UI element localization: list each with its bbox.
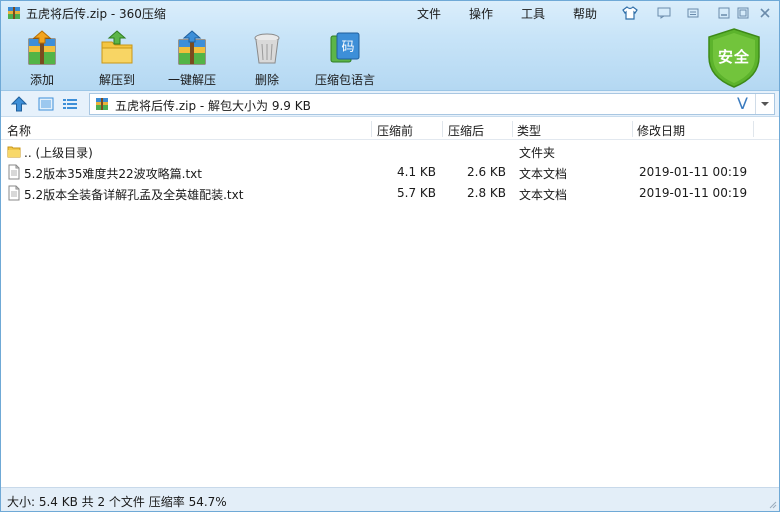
column-compressed-after[interactable]: 压缩后 <box>448 122 484 139</box>
trash-can-icon <box>254 33 280 64</box>
codepage-icon-char: 码 <box>341 40 354 55</box>
column-modified-date[interactable]: 修改日期 <box>637 122 685 139</box>
file-name: 5.2版本全装备详解孔孟及全英雄配装.txt <box>24 188 244 202</box>
one-key-extract-icon <box>178 30 206 65</box>
file-name: .. (上级目录) <box>24 146 93 160</box>
file-type: 文件夹 <box>519 146 556 160</box>
file-date: 2019-01-11 00:19 <box>639 165 748 179</box>
extract-folder-icon <box>101 30 133 64</box>
feedback-button[interactable] <box>654 4 674 21</box>
maximize-icon <box>737 7 749 18</box>
folder-icon <box>7 146 21 158</box>
address-dropdown-button[interactable] <box>755 94 774 114</box>
add-button[interactable]: 添加 <box>7 27 77 89</box>
shirt-icon <box>622 5 638 20</box>
file-size-after: 2.6 KB <box>467 165 506 179</box>
file-size-before: 4.1 KB <box>397 165 436 179</box>
zip-archive-icon <box>96 98 108 110</box>
text-file-icon <box>8 185 20 201</box>
chevron-down-icon <box>761 102 769 106</box>
security-label: 安全 <box>717 48 750 66</box>
maximize-button[interactable] <box>733 4 753 21</box>
one-key-extract-label: 一键解压 <box>167 73 216 87</box>
menu-operation[interactable]: 操作 <box>469 5 493 22</box>
list-item[interactable]: 5.2版本全装备详解孔孟及全英雄配装.txt 5.7 KB 2.8 KB 文本文… <box>1 183 779 204</box>
list-view-icon <box>63 99 77 109</box>
address-path: 五虎将后传.zip - 解包大小为 9.9 KB <box>115 99 311 113</box>
column-header-row: 名称 压缩前 压缩后 类型 修改日期 <box>1 118 779 140</box>
archive-language-button[interactable]: 码 压缩包语言 <box>307 27 383 89</box>
column-type[interactable]: 类型 <box>517 122 541 139</box>
extract-to-button[interactable]: 解压到 <box>82 27 152 89</box>
column-compressed-before[interactable]: 压缩前 <box>377 122 413 139</box>
titlebar: 五虎将后传.zip - 360压缩 文件 操作 工具 帮助 <box>1 1 779 25</box>
minimize-icon <box>718 7 730 18</box>
file-date: 2019-01-11 00:19 <box>639 186 748 200</box>
main-menu-button[interactable] <box>683 4 703 21</box>
add-label: 添加 <box>29 73 54 87</box>
list-item[interactable]: .. (上级目录) 文件夹 <box>1 141 779 162</box>
resize-grip-icon[interactable] <box>767 499 777 509</box>
column-name[interactable]: 名称 <box>7 122 31 139</box>
thumbnail-view-button[interactable] <box>37 95 55 113</box>
file-name: 5.2版本35难度共22波攻略篇.txt <box>24 167 202 181</box>
add-archive-icon <box>28 30 56 65</box>
column-divider[interactable] <box>371 121 372 137</box>
close-icon <box>760 7 770 18</box>
file-size-after: 2.8 KB <box>467 186 506 200</box>
menu-help[interactable]: 帮助 <box>573 5 597 22</box>
file-type: 文本文档 <box>519 167 568 181</box>
menu-lines-icon <box>687 8 699 17</box>
delete-label: 删除 <box>254 73 279 87</box>
minimize-button[interactable] <box>714 4 734 21</box>
column-divider[interactable] <box>442 121 443 137</box>
file-size-before: 5.7 KB <box>397 186 436 200</box>
extract-to-label: 解压到 <box>98 73 135 87</box>
address-box[interactable]: 五虎将后传.zip - 解包大小为 9.9 KB V <box>89 93 775 115</box>
address-bar-row: 五虎将后传.zip - 解包大小为 9.9 KB V <box>1 91 779 117</box>
arrow-up-icon <box>11 96 27 112</box>
app-window: 五虎将后传.zip - 360压缩 文件 操作 工具 帮助 添加 解压到 一键解… <box>0 0 780 512</box>
security-shield[interactable]: 安全 <box>705 27 763 89</box>
address-v-mark[interactable]: V <box>737 94 748 113</box>
column-divider[interactable] <box>632 121 633 137</box>
list-view-button[interactable] <box>61 95 79 113</box>
header: 五虎将后传.zip - 360压缩 文件 操作 工具 帮助 添加 解压到 一键解… <box>1 1 779 91</box>
file-type: 文本文档 <box>519 188 568 202</box>
text-file-icon <box>8 164 20 180</box>
status-bar: 大小: 5.4 KB 共 2 个文件 压缩率 54.7% <box>1 487 779 511</box>
delete-button[interactable]: 删除 <box>232 27 302 89</box>
column-divider[interactable] <box>753 121 754 137</box>
close-button[interactable] <box>755 4 775 21</box>
column-divider[interactable] <box>512 121 513 137</box>
menu-tools[interactable]: 工具 <box>521 5 545 22</box>
message-icon <box>657 7 671 19</box>
archive-app-icon <box>8 7 20 19</box>
thumbnail-view-icon <box>38 97 54 111</box>
archive-language-label: 压缩包语言 <box>314 73 375 87</box>
skin-button[interactable] <box>620 4 640 21</box>
up-level-button[interactable] <box>10 95 28 113</box>
codepage-icon: 码 <box>330 32 360 63</box>
menu-file[interactable]: 文件 <box>417 5 441 22</box>
list-item[interactable]: 5.2版本35难度共22波攻略篇.txt 4.1 KB 2.6 KB 文本文档 … <box>1 162 779 183</box>
file-list: .. (上级目录) 文件夹 5.2版本35难度共22波攻略篇.txt 4.1 K… <box>1 141 779 486</box>
status-text: 大小: 5.4 KB 共 2 个文件 压缩率 54.7% <box>7 495 227 509</box>
window-title: 五虎将后传.zip - 360压缩 <box>26 7 166 21</box>
one-key-extract-button[interactable]: 一键解压 <box>157 27 227 89</box>
